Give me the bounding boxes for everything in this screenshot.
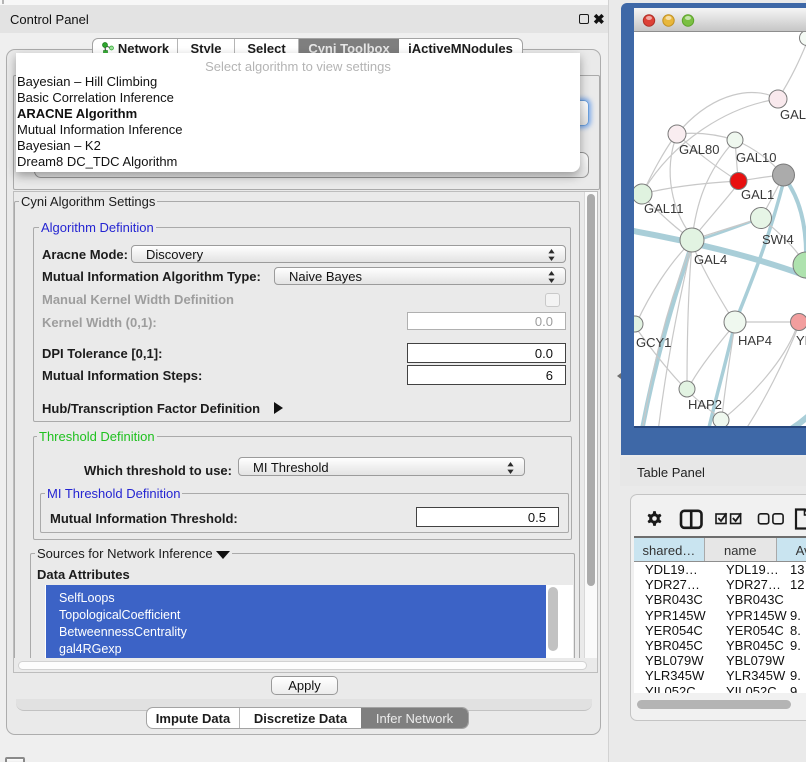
- svg-text:YD: YD: [796, 333, 806, 348]
- svg-text:GAL11: GAL11: [644, 201, 684, 216]
- svg-text:GAL7: GAL7: [780, 107, 806, 122]
- svg-text:GCY1: GCY1: [636, 335, 671, 350]
- svg-text:SWI4: SWI4: [762, 232, 794, 247]
- svg-text:GAL80: GAL80: [679, 142, 719, 157]
- svg-text:HAP4: HAP4: [738, 333, 772, 348]
- svg-text:GAL4: GAL4: [694, 252, 727, 267]
- svg-text:HAP2: HAP2: [688, 397, 722, 412]
- svg-text:GAL10: GAL10: [736, 150, 776, 165]
- svg-text:GAL1: GAL1: [741, 187, 774, 202]
